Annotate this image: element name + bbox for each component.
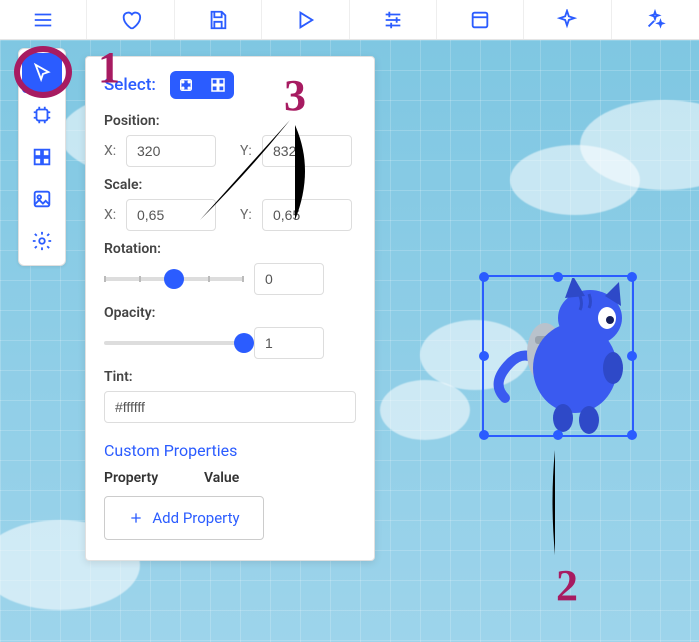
scale-y-label: Y: <box>240 207 256 223</box>
tool-strip <box>18 48 66 266</box>
tint-input[interactable] <box>104 391 356 423</box>
handle-nw[interactable] <box>479 272 489 282</box>
plus-icon <box>128 510 144 526</box>
rotation-label: Rotation: <box>104 241 356 257</box>
handle-s[interactable] <box>553 430 563 440</box>
favorite-button[interactable] <box>87 0 174 39</box>
chip-icon <box>31 104 53 126</box>
inspector-panel: Select: Position: X: Y: Scale: X: Y: Rot… <box>85 56 375 561</box>
scale-y-input[interactable] <box>262 199 352 231</box>
settings-tool[interactable] <box>22 221 62 261</box>
add-property-label: Add Property <box>152 509 239 527</box>
scale-x-input[interactable] <box>126 199 216 231</box>
handle-se[interactable] <box>627 430 637 440</box>
multi-icon <box>209 76 227 94</box>
heart-icon <box>120 9 142 31</box>
window-icon <box>469 9 491 31</box>
grid-tool[interactable] <box>22 137 62 177</box>
scale-label: Scale: <box>104 177 356 193</box>
opacity-label: Opacity: <box>104 305 356 321</box>
sparkle-icon <box>556 9 578 31</box>
props-col-value: Value <box>204 470 239 486</box>
magic-button[interactable] <box>612 0 699 39</box>
opacity-slider[interactable] <box>104 333 244 353</box>
single-icon <box>177 76 195 94</box>
entity-tool[interactable] <box>22 95 62 135</box>
select-mode-toggle <box>170 71 234 99</box>
position-y-label: Y: <box>240 143 256 159</box>
gear-icon <box>31 230 53 252</box>
props-col-property: Property <box>104 470 204 486</box>
position-y-input[interactable] <box>262 135 352 167</box>
add-property-button[interactable]: Add Property <box>104 496 264 540</box>
cloud <box>380 380 470 440</box>
handle-w[interactable] <box>479 351 489 361</box>
scale-x-label: X: <box>104 207 120 223</box>
rotation-slider[interactable] <box>104 269 244 289</box>
magic-icon <box>644 9 666 31</box>
sliders-button[interactable] <box>350 0 437 39</box>
sparkle-button[interactable] <box>524 0 611 39</box>
custom-properties-heading: Custom Properties <box>104 441 356 460</box>
tint-label: Tint: <box>104 369 356 385</box>
sliders-icon <box>382 9 404 31</box>
image-icon <box>31 188 53 210</box>
menu-icon <box>32 9 54 31</box>
handle-e[interactable] <box>627 351 637 361</box>
opacity-input[interactable] <box>254 327 324 359</box>
grid-icon <box>31 146 53 168</box>
pointer-icon <box>31 62 53 84</box>
position-x-label: X: <box>104 143 120 159</box>
selection-bounds[interactable] <box>482 275 634 437</box>
menu-button[interactable] <box>0 0 87 39</box>
handle-ne[interactable] <box>627 272 637 282</box>
position-x-input[interactable] <box>126 135 216 167</box>
play-icon <box>294 9 316 31</box>
cloud <box>510 145 640 215</box>
top-toolbar <box>0 0 699 40</box>
custom-properties-header: Property Value <box>104 470 356 486</box>
mode-multi-button[interactable] <box>202 71 234 99</box>
play-button[interactable] <box>262 0 349 39</box>
image-tool[interactable] <box>22 179 62 219</box>
handle-sw[interactable] <box>479 430 489 440</box>
save-icon <box>207 9 229 31</box>
save-button[interactable] <box>175 0 262 39</box>
rotation-input[interactable] <box>254 263 324 295</box>
handle-n[interactable] <box>553 272 563 282</box>
window-button[interactable] <box>437 0 524 39</box>
position-label: Position: <box>104 113 356 129</box>
select-label: Select: <box>104 75 156 95</box>
pointer-tool[interactable] <box>22 53 62 93</box>
mode-single-button[interactable] <box>170 71 202 99</box>
